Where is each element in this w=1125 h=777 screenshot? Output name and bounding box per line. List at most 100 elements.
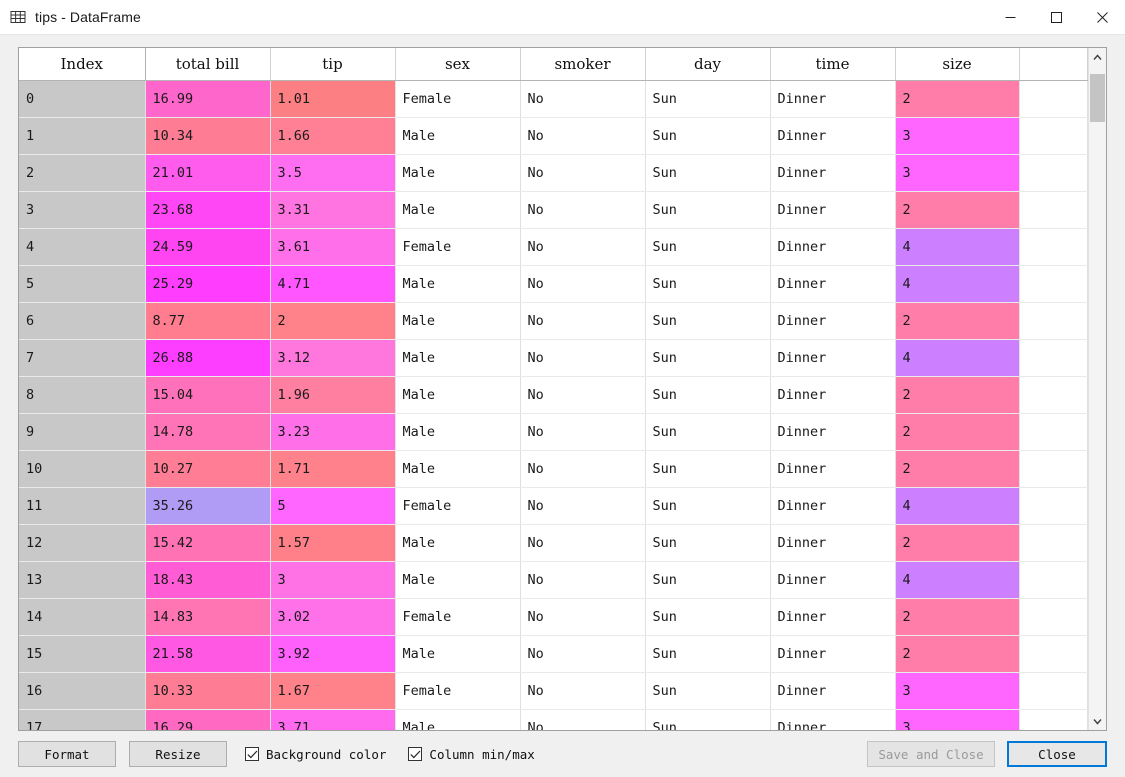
cell-day[interactable]: Sun (645, 635, 771, 673)
cell-size[interactable]: 2 (895, 450, 1020, 488)
table-row[interactable]: 9 14.78 3.23 Male No Sun Dinner 2 (19, 413, 1088, 451)
cell-day[interactable]: Sun (645, 413, 771, 451)
cell-sex[interactable]: Male (395, 302, 521, 340)
cell-time[interactable]: Dinner (770, 450, 896, 488)
cell-time[interactable]: Dinner (770, 709, 896, 730)
cell-sex[interactable]: Male (395, 339, 521, 377)
cell-day[interactable]: Sun (645, 524, 771, 562)
cell-total-bill[interactable]: 23.68 (145, 191, 271, 229)
cell-smoker[interactable]: No (520, 302, 646, 340)
column-header-day[interactable]: day (645, 48, 771, 81)
cell-day[interactable]: Sun (645, 228, 771, 266)
table-row[interactable]: 14 14.83 3.02 Female No Sun Dinner 2 (19, 598, 1088, 636)
table-row[interactable]: 7 26.88 3.12 Male No Sun Dinner 4 (19, 339, 1088, 377)
cell-index[interactable]: 6 (19, 302, 146, 340)
column-header-total-bill[interactable]: total bill (145, 48, 271, 81)
table-row[interactable]: 6 8.77 2 Male No Sun Dinner 2 (19, 302, 1088, 340)
cell-time[interactable]: Dinner (770, 228, 896, 266)
cell-total-bill[interactable]: 18.43 (145, 561, 271, 599)
checkbox-box-background-color[interactable] (245, 747, 259, 761)
cell-index[interactable]: 17 (19, 709, 146, 730)
cell-sex[interactable]: Male (395, 709, 521, 730)
scrollbar-thumb[interactable] (1090, 74, 1105, 122)
cell-size[interactable]: 4 (895, 487, 1020, 525)
table-row[interactable]: 0 16.99 1.01 Female No Sun Dinner 2 (19, 80, 1088, 118)
cell-total-bill[interactable]: 25.29 (145, 265, 271, 303)
cell-tip[interactable]: 3.71 (270, 709, 396, 730)
cell-tip[interactable]: 1.57 (270, 524, 396, 562)
cell-size[interactable]: 3 (895, 672, 1020, 710)
cell-tip[interactable]: 3.31 (270, 191, 396, 229)
column-header-tip[interactable]: tip (270, 48, 396, 81)
cell-time[interactable]: Dinner (770, 598, 896, 636)
cell-size[interactable]: 3 (895, 117, 1020, 155)
cell-day[interactable]: Sun (645, 265, 771, 303)
cell-smoker[interactable]: No (520, 413, 646, 451)
table-row[interactable]: 12 15.42 1.57 Male No Sun Dinner 2 (19, 524, 1088, 562)
cell-time[interactable]: Dinner (770, 265, 896, 303)
column-header-index[interactable]: Index (19, 48, 146, 81)
cell-tip[interactable]: 3.02 (270, 598, 396, 636)
cell-total-bill[interactable]: 16.29 (145, 709, 271, 730)
cell-smoker[interactable]: No (520, 709, 646, 730)
cell-size[interactable]: 3 (895, 154, 1020, 192)
cell-sex[interactable]: Male (395, 561, 521, 599)
cell-time[interactable]: Dinner (770, 561, 896, 599)
table-row[interactable]: 3 23.68 3.31 Male No Sun Dinner 2 (19, 191, 1088, 229)
cell-day[interactable]: Sun (645, 709, 771, 730)
cell-sex[interactable]: Female (395, 672, 521, 710)
column-header-size[interactable]: size (895, 48, 1020, 81)
cell-smoker[interactable]: No (520, 154, 646, 192)
cell-tip[interactable]: 2 (270, 302, 396, 340)
cell-sex[interactable]: Male (395, 154, 521, 192)
cell-sex[interactable]: Male (395, 450, 521, 488)
cell-day[interactable]: Sun (645, 117, 771, 155)
cell-index[interactable]: 4 (19, 228, 146, 266)
format-button[interactable]: Format (18, 741, 116, 767)
cell-index[interactable]: 13 (19, 561, 146, 599)
cell-index[interactable]: 15 (19, 635, 146, 673)
cell-time[interactable]: Dinner (770, 487, 896, 525)
cell-day[interactable]: Sun (645, 80, 771, 118)
cell-index[interactable]: 3 (19, 191, 146, 229)
cell-total-bill[interactable]: 15.42 (145, 524, 271, 562)
cell-tip[interactable]: 3.12 (270, 339, 396, 377)
cell-total-bill[interactable]: 14.78 (145, 413, 271, 451)
background-color-checkbox[interactable]: Background color (245, 747, 386, 762)
cell-total-bill[interactable]: 35.26 (145, 487, 271, 525)
cell-day[interactable]: Sun (645, 450, 771, 488)
table-row[interactable]: 17 16.29 3.71 Male No Sun Dinner 3 (19, 709, 1088, 730)
cell-total-bill[interactable]: 26.88 (145, 339, 271, 377)
vertical-scrollbar[interactable] (1088, 48, 1106, 730)
close-dialog-button[interactable]: Close (1007, 741, 1107, 767)
cell-size[interactable]: 3 (895, 709, 1020, 730)
table-row[interactable]: 1 10.34 1.66 Male No Sun Dinner 3 (19, 117, 1088, 155)
close-button[interactable] (1079, 0, 1125, 34)
cell-size[interactable]: 4 (895, 339, 1020, 377)
cell-time[interactable]: Dinner (770, 339, 896, 377)
cell-index[interactable]: 16 (19, 672, 146, 710)
cell-day[interactable]: Sun (645, 302, 771, 340)
scroll-up-button[interactable] (1089, 48, 1106, 66)
cell-smoker[interactable]: No (520, 80, 646, 118)
cell-size[interactable]: 2 (895, 635, 1020, 673)
cell-time[interactable]: Dinner (770, 117, 896, 155)
cell-size[interactable]: 2 (895, 191, 1020, 229)
scrollbar-track[interactable] (1089, 66, 1106, 712)
cell-size[interactable]: 4 (895, 228, 1020, 266)
cell-time[interactable]: Dinner (770, 376, 896, 414)
cell-day[interactable]: Sun (645, 376, 771, 414)
cell-smoker[interactable]: No (520, 376, 646, 414)
cell-tip[interactable]: 3.92 (270, 635, 396, 673)
table-row[interactable]: 4 24.59 3.61 Female No Sun Dinner 4 (19, 228, 1088, 266)
cell-smoker[interactable]: No (520, 228, 646, 266)
resize-button[interactable]: Resize (129, 741, 227, 767)
cell-size[interactable]: 2 (895, 80, 1020, 118)
cell-tip[interactable]: 1.71 (270, 450, 396, 488)
cell-sex[interactable]: Male (395, 117, 521, 155)
maximize-button[interactable] (1033, 0, 1079, 34)
cell-total-bill[interactable]: 10.33 (145, 672, 271, 710)
cell-total-bill[interactable]: 8.77 (145, 302, 271, 340)
table-row[interactable]: 10 10.27 1.71 Male No Sun Dinner 2 (19, 450, 1088, 488)
cell-sex[interactable]: Male (395, 376, 521, 414)
